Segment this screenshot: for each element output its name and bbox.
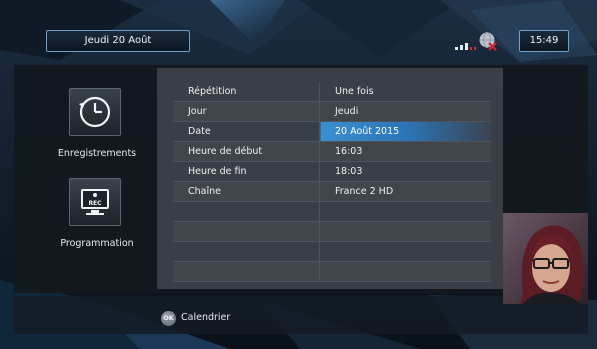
- schedule-row-label: Heure de début: [173, 141, 320, 162]
- schedule-row-label: [173, 261, 320, 282]
- schedule-row-value[interactable]: Jeudi: [319, 101, 491, 122]
- schedule-row-value[interactable]: 20 Août 2015: [319, 121, 491, 142]
- schedule-row[interactable]: Heure de début 16:03: [173, 141, 491, 162]
- schedule-row-label: Heure de fin: [173, 161, 320, 182]
- current-date: Jeudi 20 Août: [46, 30, 190, 52]
- schedule-row-label: Date: [173, 121, 320, 142]
- schedule-row-value[interactable]: 16:03: [319, 141, 491, 162]
- schedule-row-value[interactable]: Une fois: [319, 82, 491, 102]
- schedule-row[interactable]: Répétition Une fois: [173, 82, 491, 102]
- schedule-row[interactable]: Chaîne France 2 HD: [173, 181, 491, 202]
- schedule-row[interactable]: [173, 261, 491, 282]
- schedule-row[interactable]: Jour Jeudi: [173, 101, 491, 122]
- schedule-panel: Répétition Une fois Jour Jeudi Date 20 Août 2…: [157, 68, 503, 289]
- recordings-icon-box: [69, 88, 121, 136]
- sidebar-item-enregistrements[interactable]: Enregistrements: [52, 88, 142, 168]
- schedule-row-label: [173, 241, 320, 262]
- clock-history-icon: [79, 96, 111, 128]
- schedule-row-label: [173, 221, 320, 242]
- schedule-row[interactable]: [173, 241, 491, 262]
- schedule-row-label: Chaîne: [173, 181, 320, 202]
- schedule-row-value[interactable]: [319, 221, 491, 242]
- ok-button[interactable]: OK: [161, 311, 176, 326]
- schedule-row-value[interactable]: [319, 201, 491, 222]
- schedule-table: Répétition Une fois Jour Jeudi Date 20 Août 2…: [173, 82, 491, 282]
- schedule-row[interactable]: [173, 201, 491, 222]
- schedule-row-label: Jour: [173, 101, 320, 122]
- schedule-row[interactable]: [173, 221, 491, 242]
- schedule-row[interactable]: Date 20 Août 2015: [173, 121, 491, 142]
- signal-bars-icon: [455, 43, 476, 50]
- rec-icon-text: REC: [88, 200, 102, 207]
- network-globe-icon: [479, 32, 497, 51]
- current-time: 15:49: [519, 30, 569, 52]
- schedule-row-label: [173, 201, 320, 222]
- ok-button-label: Calendrier: [181, 312, 231, 323]
- programming-icon-box: REC: [69, 178, 121, 226]
- sidebar-item-label: Enregistrements: [57, 148, 137, 159]
- sidebar-item-label: Programmation: [60, 238, 134, 249]
- rec-tv-icon: REC: [81, 189, 109, 215]
- schedule-row-value[interactable]: [319, 241, 491, 262]
- live-tv-preview: [503, 213, 588, 304]
- schedule-row-value[interactable]: 18:03: [319, 161, 491, 182]
- schedule-row-label: Répétition: [173, 82, 320, 102]
- sidebar-item-programmation[interactable]: REC Programmation: [52, 178, 142, 258]
- schedule-row-value[interactable]: France 2 HD: [319, 181, 491, 202]
- schedule-row[interactable]: Heure de fin 18:03: [173, 161, 491, 182]
- schedule-row-value[interactable]: [319, 261, 491, 282]
